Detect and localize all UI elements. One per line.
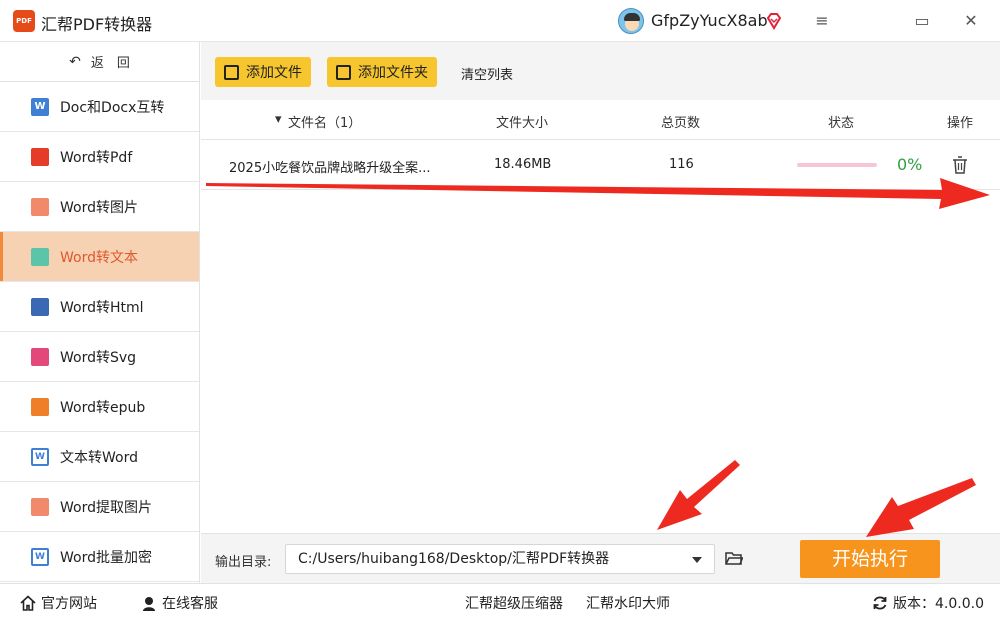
column-status: 状态 — [828, 116, 855, 131]
column-size: 文件大小 — [496, 116, 549, 131]
footer: 官方网站 在线客服 汇帮超级压缩器 汇帮水印大师 版本：4.0.0.0 — [0, 583, 1000, 617]
add-folder-label: 添加文件夹 — [358, 65, 428, 81]
sidebar-item-label: Word转Svg — [60, 349, 137, 366]
folder-open-icon[interactable] — [725, 551, 743, 566]
column-name[interactable]: 文件名（1） — [288, 112, 361, 131]
service-label: 在线客服 — [162, 596, 218, 612]
svg-icon — [31, 347, 49, 366]
close-icon[interactable]: ✕ — [961, 11, 981, 31]
sidebar: ↶ 返 回 W Doc和Docx互转 Word转Pdf Word转图片 Word… — [0, 42, 200, 583]
sidebar-item-word-html[interactable]: Word转Html — [0, 282, 199, 332]
word-lock-icon: W — [31, 547, 49, 566]
home-icon — [20, 595, 36, 611]
output-bar: 输出目录: C:/Users/huibang168/Desktop/汇帮PDF转… — [201, 533, 1000, 583]
output-path-select[interactable]: C:/Users/huibang168/Desktop/汇帮PDF转换器 — [285, 544, 715, 574]
version-info[interactable]: 版本：4.0.0.0 — [872, 593, 984, 613]
sidebar-item-label: Word转图片 — [60, 199, 138, 216]
sidebar-item-word-pdf[interactable]: Word转Pdf — [0, 132, 199, 182]
html-icon — [31, 297, 49, 316]
sidebar-item-word-text[interactable]: Word转文本 — [0, 232, 199, 282]
output-path: C:/Users/huibang168/Desktop/汇帮PDF转换器 — [298, 551, 610, 567]
start-button[interactable]: 开始执行 — [800, 540, 940, 578]
refresh-icon — [873, 596, 887, 610]
support-agent-icon — [143, 597, 155, 611]
username[interactable]: GfpZyYucX8ab — [651, 11, 768, 30]
version-label: 版本：4.0.0.0 — [893, 596, 984, 612]
image-extract-icon — [31, 497, 49, 516]
text-icon — [31, 247, 49, 266]
sidebar-item-label: Word转Html — [60, 299, 144, 316]
user-avatar[interactable] — [618, 8, 644, 34]
annotation-arrow-output — [657, 460, 740, 530]
sidebar-item-word-svg[interactable]: Word转Svg — [0, 332, 199, 382]
sidebar-item-label: 文本转Word — [60, 449, 138, 466]
sidebar-item-doc-docx[interactable]: W Doc和Docx互转 — [0, 82, 199, 132]
sidebar-item-word-extract-image[interactable]: Word提取图片 — [0, 482, 199, 532]
compressor-link[interactable]: 汇帮超级压缩器 — [465, 593, 563, 613]
toolbar: 添加文件 添加文件夹 清空列表 — [201, 42, 1000, 100]
back-arrow-icon: ↶ — [69, 53, 81, 70]
app-logo-icon: PDF — [13, 10, 35, 32]
maximize-icon[interactable]: ▭ — [912, 11, 932, 31]
progress-bar — [797, 163, 877, 167]
customer-service-link[interactable]: 在线客服 — [141, 593, 218, 613]
column-action: 操作 — [947, 116, 974, 131]
folder-add-icon — [336, 64, 351, 80]
sidebar-item-label: Doc和Docx互转 — [60, 99, 165, 116]
clear-list-button[interactable]: 清空列表 — [461, 64, 513, 83]
sidebar-item-word-encrypt[interactable]: W Word批量加密 — [0, 532, 199, 582]
progress-percent: 0% — [897, 155, 923, 174]
sidebar-item-label: Word转epub — [60, 399, 146, 416]
sidebar-item-label: Word提取图片 — [60, 499, 152, 516]
back-label: 返 回 — [90, 56, 130, 71]
add-file-label: 添加文件 — [246, 65, 302, 81]
column-pages: 总页数 — [661, 116, 701, 131]
website-link[interactable]: 官方网站 — [20, 593, 97, 613]
word-icon: W — [31, 97, 49, 116]
sidebar-item-label: Word转文本 — [60, 249, 138, 266]
menu-icon[interactable]: ≡ — [812, 11, 832, 31]
watermark-link[interactable]: 汇帮水印大师 — [586, 593, 670, 613]
file-add-icon — [224, 64, 239, 80]
pdf-icon — [31, 147, 49, 166]
avatar-hair — [624, 13, 640, 21]
vip-diamond-icon[interactable] — [765, 12, 783, 30]
app-title: 汇帮PDF转换器 — [41, 15, 153, 34]
sidebar-item-label: Word批量加密 — [60, 549, 152, 566]
epub-icon — [31, 397, 49, 416]
sidebar-item-word-image[interactable]: Word转图片 — [0, 182, 199, 232]
sidebar-item-label: Word转Pdf — [60, 149, 133, 166]
word-out-icon: W — [31, 447, 49, 466]
table-header: ▾ 文件名（1） 文件大小 总页数 状态 操作 — [201, 100, 1000, 140]
add-folder-button[interactable]: 添加文件夹 — [327, 57, 437, 87]
file-size: 18.46MB — [494, 157, 552, 172]
sort-caret-icon[interactable]: ▾ — [275, 112, 282, 127]
watermark-label: 汇帮水印大师 — [586, 596, 670, 612]
image-icon — [31, 197, 49, 216]
add-file-button[interactable]: 添加文件 — [215, 57, 311, 87]
file-name: 2025小吃餐饮品牌战略升级全案... — [229, 161, 431, 176]
chevron-down-icon — [692, 557, 702, 563]
annotation-arrow-start — [866, 478, 976, 537]
sidebar-item-text-word[interactable]: W 文本转Word — [0, 432, 199, 482]
title-bar: PDF 汇帮PDF转换器 GfpZyYucX8ab ≡ ▭ ✕ — [0, 0, 1000, 42]
page-count: 116 — [669, 157, 694, 172]
compressor-label: 汇帮超级压缩器 — [465, 596, 563, 612]
table-row[interactable]: 2025小吃餐饮品牌战略升级全案... 18.46MB 116 0% — [201, 141, 1000, 190]
trash-icon[interactable] — [952, 156, 968, 174]
back-button[interactable]: ↶ 返 回 — [0, 42, 199, 82]
sidebar-item-word-epub[interactable]: Word转epub — [0, 382, 199, 432]
output-label: 输出目录: — [215, 555, 272, 570]
website-label: 官方网站 — [41, 596, 97, 612]
